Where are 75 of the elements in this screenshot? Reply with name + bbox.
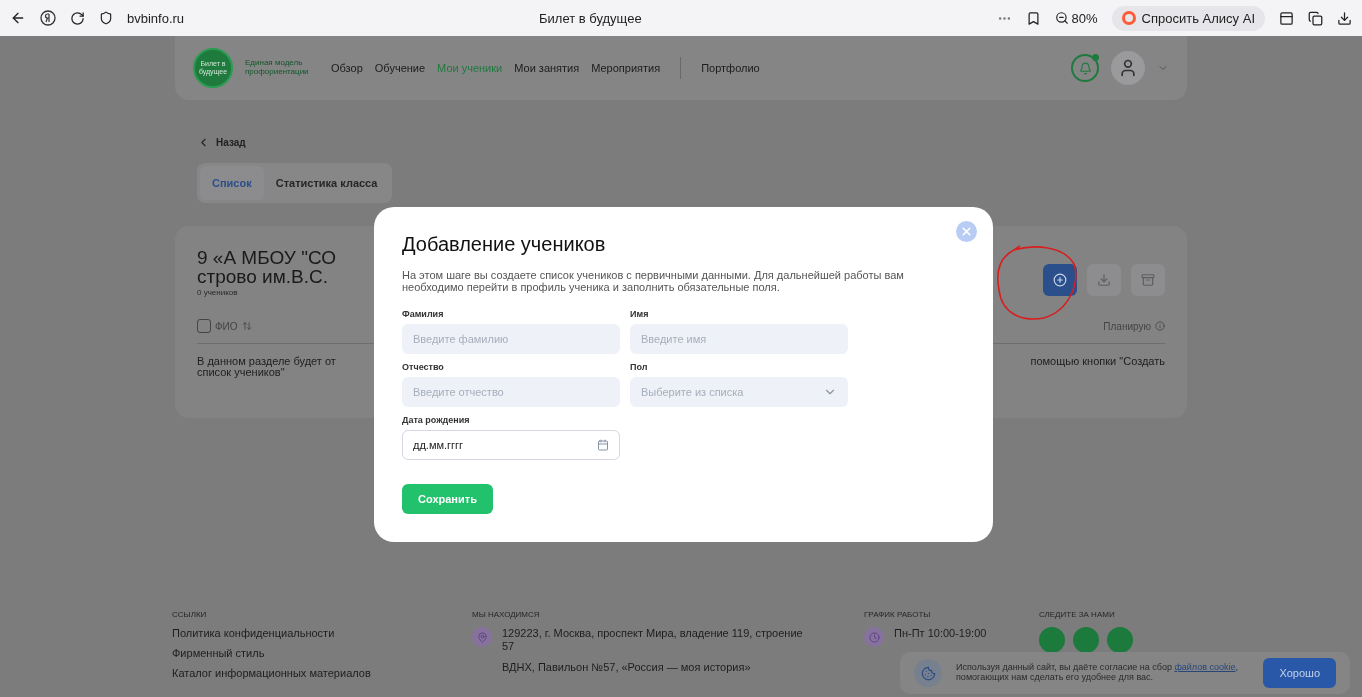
logo-caption: Единая модель профориентации: [245, 59, 310, 77]
clock-icon: [864, 627, 884, 647]
download-button[interactable]: [1087, 264, 1121, 296]
plus-circle-icon: [1053, 273, 1067, 287]
close-button[interactable]: [956, 221, 977, 242]
empty-message: В данном разделе будет от: [197, 355, 336, 367]
empty-message: помощью кнопки "Создать: [1030, 356, 1165, 369]
footer-link[interactable]: Каталог информационных материалов: [172, 667, 472, 679]
reload-icon[interactable]: [70, 10, 85, 26]
student-count: 0 учеников: [197, 288, 239, 297]
close-icon: [960, 225, 973, 238]
date-field[interactable]: дд.мм.гггг: [402, 430, 620, 461]
add-button[interactable]: [1043, 264, 1077, 296]
notification-button[interactable]: [1071, 54, 1099, 82]
cookie-icon: [914, 659, 942, 687]
tab[interactable]: Список: [200, 166, 264, 200]
field-label: Отчество: [402, 362, 445, 373]
footer-link[interactable]: Политика конфиденциальности: [172, 627, 472, 639]
field-label: Пол: [630, 362, 649, 373]
section-heading: МЫ НАХОДИМСЯ: [472, 610, 541, 619]
archive-button[interactable]: [1131, 264, 1165, 296]
social-icon[interactable]: [1107, 627, 1133, 653]
text-field[interactable]: Введите фамилию: [402, 324, 620, 355]
field-label: Имя: [630, 309, 650, 320]
section-heading: ГРАФИК РАБОТЫ: [864, 610, 932, 619]
download-icon[interactable]: [1337, 10, 1352, 26]
page-title: Билет в будущее: [538, 10, 643, 26]
nav-link[interactable]: Обучение: [374, 62, 426, 74]
social-icon[interactable]: [1039, 627, 1065, 653]
modal-title: Добавление учеников: [402, 233, 607, 256]
address-bar[interactable]: bvbinfo.ru: [127, 10, 185, 26]
address-text: 129223, г. Москва, проспект Мира, владение 119, строение 57: [502, 627, 804, 654]
nav-link[interactable]: Обзор: [331, 62, 363, 74]
checkbox[interactable]: [197, 319, 211, 333]
sort-icon[interactable]: [241, 321, 252, 331]
tab-icon[interactable]: [1279, 10, 1294, 26]
field-label: Дата рождения: [402, 415, 471, 426]
cookie-link[interactable]: файлов cookie: [1174, 662, 1236, 673]
assistant-button[interactable]: Спросить Алису AI: [1111, 5, 1265, 31]
field-label: Фамилия: [402, 309, 445, 320]
column-header[interactable]: ФИО: [215, 320, 238, 332]
back-link[interactable]: Назад: [197, 136, 1187, 149]
modal-description: На этом шаге вы создаете список учеников с первичными данными. Для дальнейшей работы вам необходимо перейти в профиль ученика и заполнить обязательные поля.: [402, 270, 905, 294]
browser-logo-icon[interactable]: [40, 10, 56, 26]
text-field[interactable]: Введите отчество: [402, 377, 620, 408]
section-heading: СЛЕДИТЕ ЗА НАМИ: [1039, 610, 1116, 619]
class-title: 9 «А МБОУ "СО: [197, 248, 336, 267]
section-heading: ССЫЛКИ: [172, 610, 208, 619]
map-pin-icon: [472, 627, 492, 647]
nav-link[interactable]: Мероприятия: [591, 62, 661, 74]
class-title: строво им.В.С.: [197, 267, 329, 286]
cookie-text: Используя данный сайт, вы даёте согласие на сбор файлов cookie, помогающих нам сделать его удобнее для вас.: [956, 663, 1239, 683]
column-header: Планирую: [1103, 320, 1151, 332]
download-icon: [1097, 273, 1111, 287]
social-icon[interactable]: [1073, 627, 1099, 653]
empty-message: список учеников": [197, 366, 285, 378]
zoom-indicator[interactable]: 80%: [1054, 10, 1098, 26]
accept-button[interactable]: Хорошо: [1263, 658, 1336, 688]
nav-link[interactable]: Портфолио: [701, 62, 760, 74]
tab[interactable]: Статистика класса: [263, 166, 390, 200]
schedule-text: Пн-Пт 10:00-19:00: [894, 627, 987, 641]
text-field[interactable]: Введите имя: [630, 324, 848, 355]
archive-icon: [1141, 273, 1155, 287]
venue-text: ВДНХ, Павильон №57, «Россия — моя история»: [502, 661, 752, 675]
bell-icon: [1078, 61, 1092, 75]
bookmark-icon[interactable]: [1025, 10, 1041, 26]
calendar-icon: [597, 439, 609, 452]
footer-link[interactable]: Фирменный стиль: [172, 647, 472, 659]
info-icon: [1155, 321, 1165, 331]
avatar[interactable]: [1111, 51, 1145, 85]
person-icon: [1118, 58, 1138, 78]
shield-icon[interactable]: [99, 11, 113, 25]
copy-icon[interactable]: [1308, 10, 1323, 26]
save-button[interactable]: Сохранить: [402, 484, 493, 515]
nav-link[interactable]: Мои занятия: [514, 62, 580, 74]
